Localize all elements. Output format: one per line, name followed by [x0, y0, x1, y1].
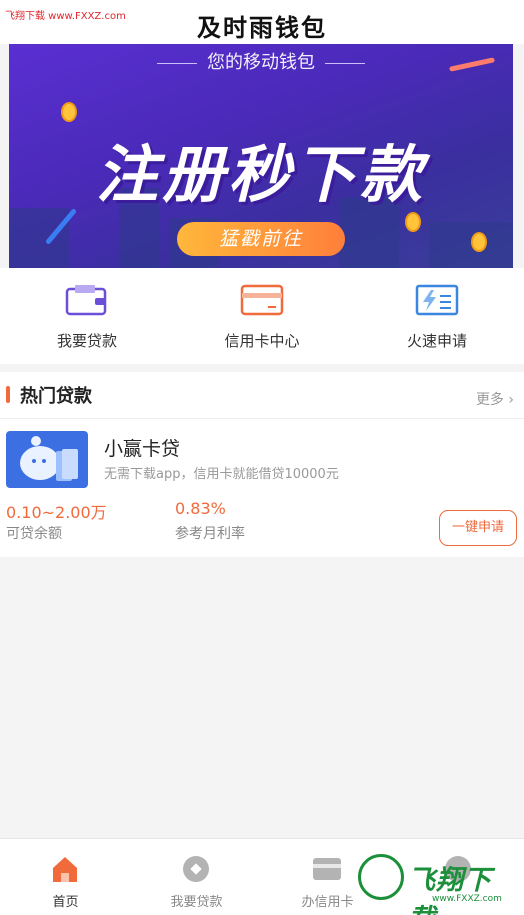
- mascot-icon: [20, 436, 78, 481]
- more-link[interactable]: 更多 ›: [476, 389, 514, 409]
- loan-name: 小赢卡贷: [104, 438, 181, 460]
- tab-loan[interactable]: 我要贷款: [131, 839, 262, 915]
- quick-action-label: 火速申请: [406, 332, 467, 350]
- top-bar: 飞翔下载 www.FXXZ.com 及时雨钱包: [0, 0, 524, 44]
- coin-icon: [471, 232, 487, 252]
- apply-button[interactable]: 一键申请: [439, 510, 517, 546]
- loan-rate-label: 参考月利率: [175, 526, 245, 542]
- section-accent-bar: [6, 386, 10, 403]
- quick-action-label: 我要贷款: [56, 332, 117, 350]
- quick-action-credit-card[interactable]: 信用卡中心: [175, 268, 349, 364]
- promo-banner[interactable]: 您的移动钱包 注册秒下款 猛戳前往: [9, 44, 513, 268]
- tab-home[interactable]: 首页: [0, 839, 131, 915]
- tab-label: 我要贷款: [170, 895, 223, 910]
- quick-action-loan[interactable]: 我要贷款: [0, 268, 174, 364]
- banner-cta-button[interactable]: 猛戳前往: [177, 222, 345, 256]
- watermark-brand: 飞翔下载: [408, 865, 492, 915]
- credit-card-icon: [240, 284, 284, 316]
- coin-icon: [405, 212, 421, 232]
- banner-headline: 注册秒下款: [95, 138, 426, 211]
- chevron-right-icon: ›: [503, 392, 514, 408]
- hot-loans-section: 热门贷款 更多 › 小赢卡贷 无需下载app，信用卡就能借贷10000元 0.1…: [0, 372, 524, 557]
- loan-logo: [6, 431, 88, 488]
- quick-actions: 我要贷款 信用卡中心 火速申请: [0, 268, 524, 364]
- quick-action-label: 信用卡中心: [224, 332, 300, 350]
- home-icon: [53, 857, 77, 882]
- lightning-form-icon: [415, 284, 459, 316]
- watermark-logo: [358, 854, 404, 900]
- banner-building: [9, 208, 69, 268]
- section-title: 热门贷款: [20, 386, 92, 407]
- loan-description: 无需下载app，信用卡就能借贷10000元: [104, 467, 339, 482]
- banner-subtitle: 您的移动钱包: [9, 48, 513, 74]
- loan-amount-value: 0.10~2.00万: [6, 503, 107, 522]
- quick-action-fast-apply[interactable]: 火速申请: [350, 268, 524, 364]
- coin-icon: [61, 102, 77, 122]
- wallet-icon: [65, 285, 107, 316]
- loan-coin-icon: [183, 856, 209, 882]
- watermark-url: www.FXXZ.com: [432, 894, 502, 904]
- tab-label: 首页: [52, 895, 79, 910]
- section-header: 热门贷款 更多 ›: [0, 372, 524, 419]
- watermark-bottom-right: 飞翔下载 www.FXXZ.com: [358, 848, 518, 915]
- loan-rate-value: 0.83%: [175, 499, 226, 518]
- app-title: 及时雨钱包: [197, 14, 327, 42]
- card-icon: [313, 858, 341, 880]
- loan-amount-label: 可贷余额: [6, 526, 62, 542]
